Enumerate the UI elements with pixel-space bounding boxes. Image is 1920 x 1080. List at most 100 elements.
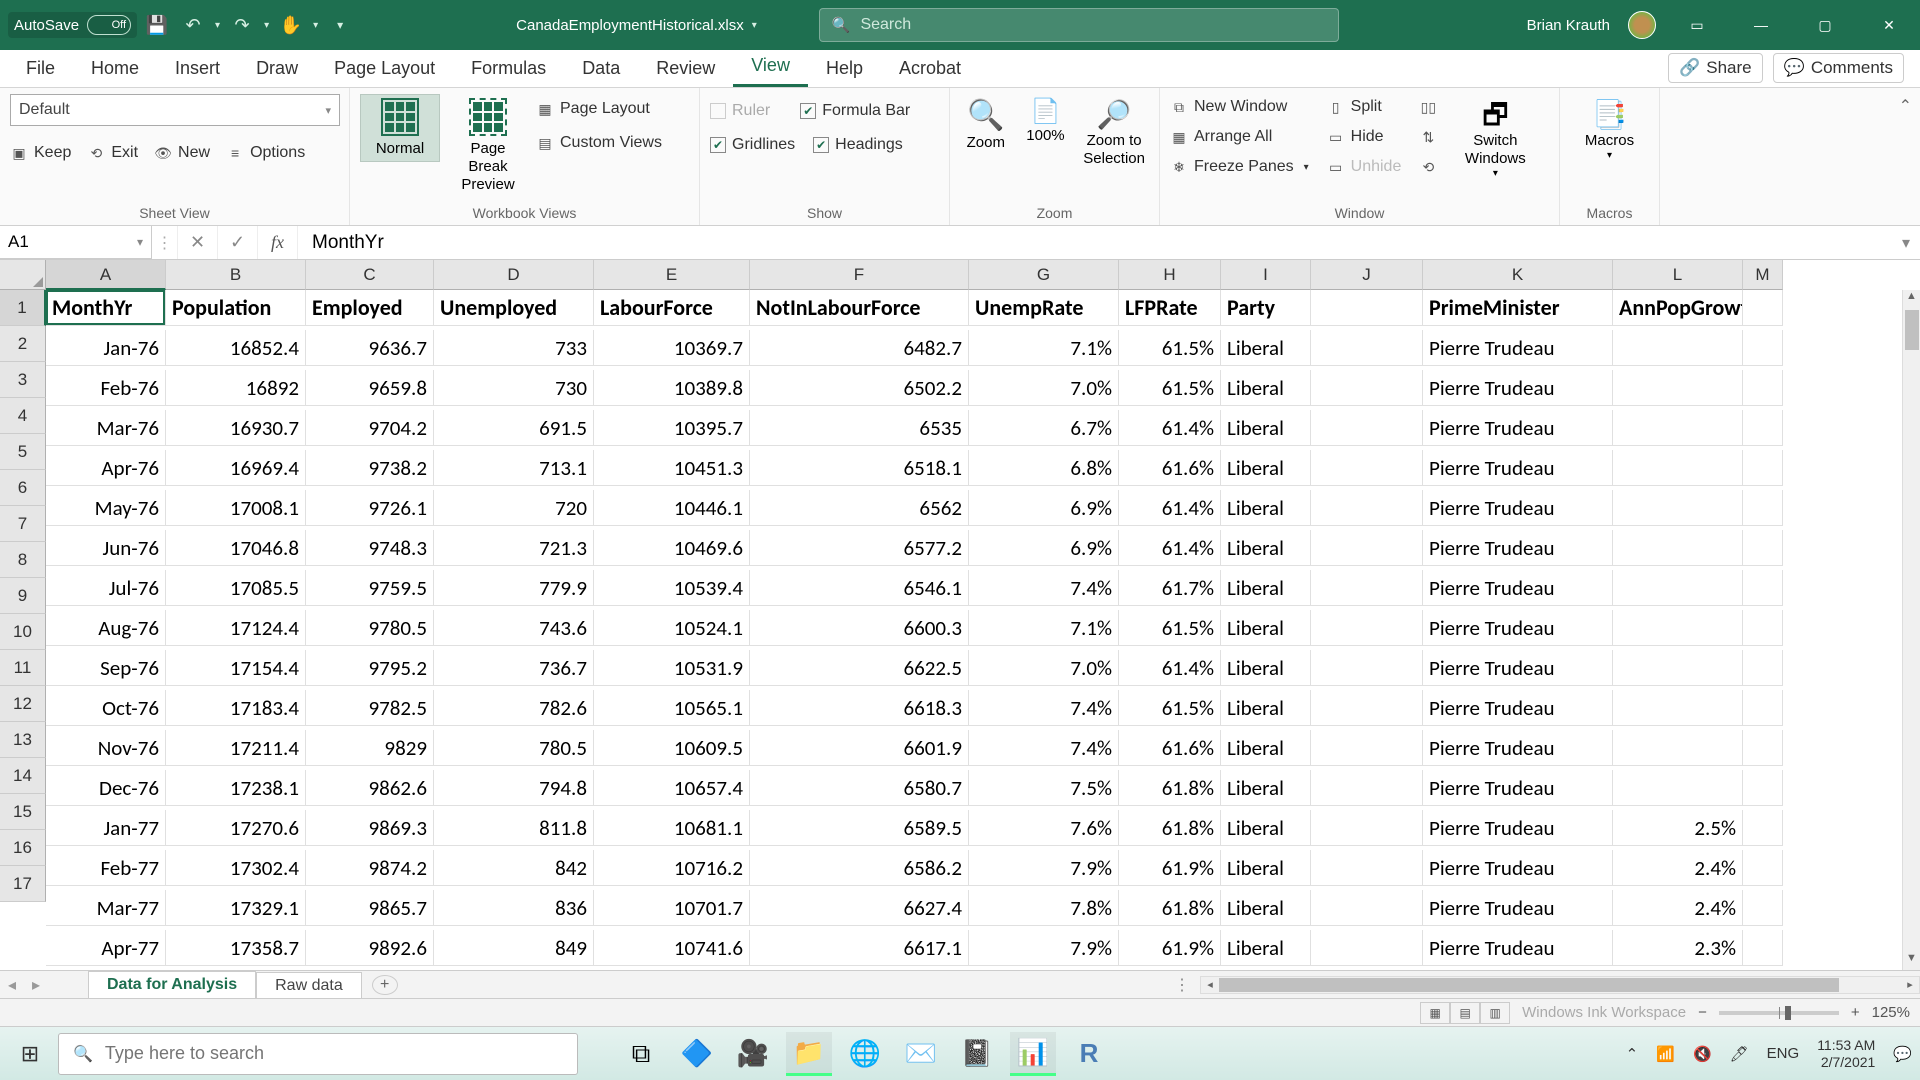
column-header[interactable]: C [306, 260, 434, 290]
cell[interactable]: 61.4% [1119, 490, 1221, 526]
cell[interactable]: 17358.7 [166, 930, 306, 966]
cell[interactable]: 6562 [750, 490, 969, 526]
cell[interactable]: 9869.3 [306, 810, 434, 846]
close-button[interactable]: ✕ [1866, 5, 1912, 45]
cell[interactable]: 6.8% [969, 450, 1119, 486]
cell[interactable] [1613, 610, 1743, 646]
cell[interactable]: 9659.8 [306, 370, 434, 406]
row-header[interactable]: 1 [0, 290, 46, 326]
cell[interactable]: 10716.2 [594, 850, 750, 886]
cell[interactable] [1743, 650, 1783, 686]
sheet-nav-next[interactable]: ▸ [24, 975, 48, 995]
cell[interactable]: 6600.3 [750, 610, 969, 646]
cell[interactable]: Liberal [1221, 570, 1311, 606]
cell[interactable]: Liberal [1221, 370, 1311, 406]
zoom-out-button[interactable]: − [1698, 1004, 1707, 1021]
split-button[interactable]: ▯Split [1327, 96, 1402, 118]
tab-acrobat[interactable]: Acrobat [881, 50, 979, 87]
cell[interactable]: 779.9 [434, 570, 594, 606]
freeze-panes-button[interactable]: ❄Freeze Panes▾ [1170, 156, 1309, 178]
cell[interactable] [1613, 450, 1743, 486]
username-label[interactable]: Brian Krauth [1527, 17, 1610, 34]
column-header[interactable]: B [166, 260, 306, 290]
cell[interactable] [1311, 450, 1423, 486]
cell[interactable]: 61.6% [1119, 450, 1221, 486]
cell[interactable] [1613, 370, 1743, 406]
scroll-down-icon[interactable]: ▼ [1906, 952, 1917, 970]
column-header[interactable]: G [969, 260, 1119, 290]
cell[interactable]: 6535 [750, 410, 969, 446]
cell[interactable]: 9636.7 [306, 330, 434, 366]
cell[interactable]: 6618.3 [750, 690, 969, 726]
clock[interactable]: 11:53 AM 2/7/2021 [1817, 1037, 1875, 1071]
column-header[interactable]: E [594, 260, 750, 290]
cell[interactable]: 7.6% [969, 810, 1119, 846]
row-header[interactable]: 10 [0, 614, 46, 650]
cell[interactable]: Liberal [1221, 530, 1311, 566]
row-header[interactable]: 6 [0, 470, 46, 506]
cell[interactable]: 10389.8 [594, 370, 750, 406]
cell[interactable]: Pierre Trudeau [1423, 530, 1613, 566]
search-box[interactable]: 🔍 [819, 8, 1339, 42]
cell[interactable]: 2.4% [1613, 850, 1743, 886]
cell[interactable]: Pierre Trudeau [1423, 690, 1613, 726]
sheet-view-dropdown[interactable]: Default▾ [10, 94, 340, 126]
row-header[interactable]: 13 [0, 722, 46, 758]
cell[interactable]: Pierre Trudeau [1423, 930, 1613, 966]
cell[interactable]: 61.5% [1119, 330, 1221, 366]
hide-button[interactable]: ▭Hide [1327, 126, 1402, 148]
cell[interactable] [1311, 850, 1423, 886]
cell[interactable]: 6546.1 [750, 570, 969, 606]
cell[interactable]: 17270.6 [166, 810, 306, 846]
cell[interactable]: Jan-77 [46, 810, 166, 846]
zoom-level[interactable]: 125% [1872, 1004, 1910, 1021]
cell[interactable] [1311, 490, 1423, 526]
column-header[interactable]: F [750, 260, 969, 290]
cell[interactable]: 6622.5 [750, 650, 969, 686]
gridlines-checkbox[interactable]: ✔Gridlines [710, 134, 795, 156]
cell[interactable]: 61.8% [1119, 810, 1221, 846]
cell[interactable]: Liberal [1221, 810, 1311, 846]
cell[interactable]: Population [166, 290, 306, 326]
ribbon-display-options-icon[interactable]: ▭ [1674, 5, 1720, 45]
cell[interactable]: Dec-76 [46, 770, 166, 806]
cell[interactable]: 9795.2 [306, 650, 434, 686]
action-center-icon[interactable]: 💬 [1893, 1045, 1912, 1063]
cell[interactable]: 849 [434, 930, 594, 966]
cell[interactable]: 9704.2 [306, 410, 434, 446]
cell[interactable]: 17183.4 [166, 690, 306, 726]
cell[interactable]: 61.5% [1119, 690, 1221, 726]
cell[interactable]: Liberal [1221, 890, 1311, 926]
cell[interactable]: 7.0% [969, 650, 1119, 686]
tab-data[interactable]: Data [564, 50, 638, 87]
redo-icon[interactable]: ↷ [226, 9, 258, 41]
taskbar-search-input[interactable] [105, 1043, 563, 1064]
cell[interactable]: 61.8% [1119, 770, 1221, 806]
cell[interactable]: 61.8% [1119, 890, 1221, 926]
cell[interactable] [1743, 610, 1783, 646]
scroll-thumb[interactable] [1219, 978, 1839, 992]
cell[interactable]: 7.5% [969, 770, 1119, 806]
row-header[interactable]: 8 [0, 542, 46, 578]
cell[interactable] [1311, 410, 1423, 446]
tab-insert[interactable]: Insert [157, 50, 238, 87]
cell[interactable]: Oct-76 [46, 690, 166, 726]
switch-windows-button[interactable]: 🗗Switch Windows▾ [1455, 94, 1535, 184]
chrome-icon[interactable]: 🌐 [842, 1032, 888, 1076]
expand-formula-bar-button[interactable]: ▾ [1892, 226, 1920, 259]
chevron-down-icon[interactable]: ▾ [137, 235, 143, 249]
cell[interactable]: Sep-76 [46, 650, 166, 686]
cell[interactable]: 7.4% [969, 690, 1119, 726]
cell[interactable]: 691.5 [434, 410, 594, 446]
normal-view-shortcut[interactable]: ▦ [1420, 1002, 1450, 1024]
cell[interactable]: 16852.4 [166, 330, 306, 366]
cell[interactable]: 61.4% [1119, 650, 1221, 686]
redo-dropdown-icon[interactable]: ▾ [262, 20, 271, 31]
cell[interactable]: 6580.7 [750, 770, 969, 806]
cell[interactable]: Pierre Trudeau [1423, 770, 1613, 806]
cell[interactable]: 10395.7 [594, 410, 750, 446]
cell[interactable]: 7.9% [969, 930, 1119, 966]
cell[interactable]: 10539.4 [594, 570, 750, 606]
cell[interactable]: 782.6 [434, 690, 594, 726]
normal-view-button[interactable]: Normal [360, 94, 440, 162]
